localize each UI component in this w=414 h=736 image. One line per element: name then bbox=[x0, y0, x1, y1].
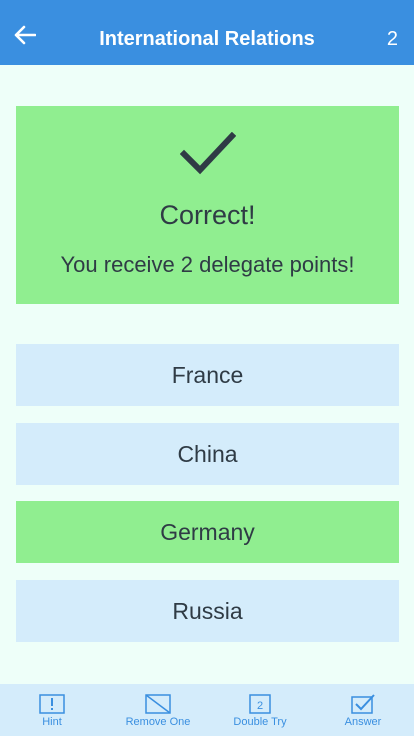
page-title: International Relations bbox=[99, 28, 315, 50]
double-try-button[interactable]: 2 Double Try bbox=[210, 684, 310, 736]
answer-option-russia[interactable]: Russia bbox=[16, 580, 399, 642]
app-header: International Relations 2 bbox=[0, 0, 414, 65]
result-card: Correct! You receive 2 delegate points! bbox=[16, 106, 399, 304]
hint-button[interactable]: Hint bbox=[2, 684, 102, 736]
hint-icon bbox=[39, 694, 65, 714]
bottom-toolbar: Hint Remove One 2 Double Try Answer bbox=[0, 684, 414, 736]
answer-check-icon bbox=[350, 694, 376, 714]
remove-one-label: Remove One bbox=[125, 716, 191, 728]
answer-button[interactable]: Answer bbox=[313, 684, 413, 736]
answer-label: Answer bbox=[344, 716, 382, 728]
remove-one-icon bbox=[145, 694, 171, 714]
checkmark-icon bbox=[16, 132, 399, 182]
double-try-label: Double Try bbox=[233, 716, 287, 728]
back-button[interactable] bbox=[10, 20, 40, 50]
result-message: You receive 2 delegate points! bbox=[60, 252, 355, 277]
points-counter: 2 bbox=[386, 28, 398, 50]
remove-one-button[interactable]: Remove One bbox=[108, 684, 208, 736]
result-title: Correct! bbox=[159, 200, 256, 230]
double-try-icon: 2 bbox=[247, 694, 273, 714]
answer-option-france[interactable]: France bbox=[16, 344, 399, 406]
answer-option-china[interactable]: China bbox=[16, 423, 399, 485]
answer-option-germany[interactable]: Germany bbox=[16, 501, 399, 563]
arrow-left-icon bbox=[14, 25, 36, 45]
svg-text:2: 2 bbox=[257, 700, 263, 712]
hint-label: Hint bbox=[42, 716, 62, 728]
